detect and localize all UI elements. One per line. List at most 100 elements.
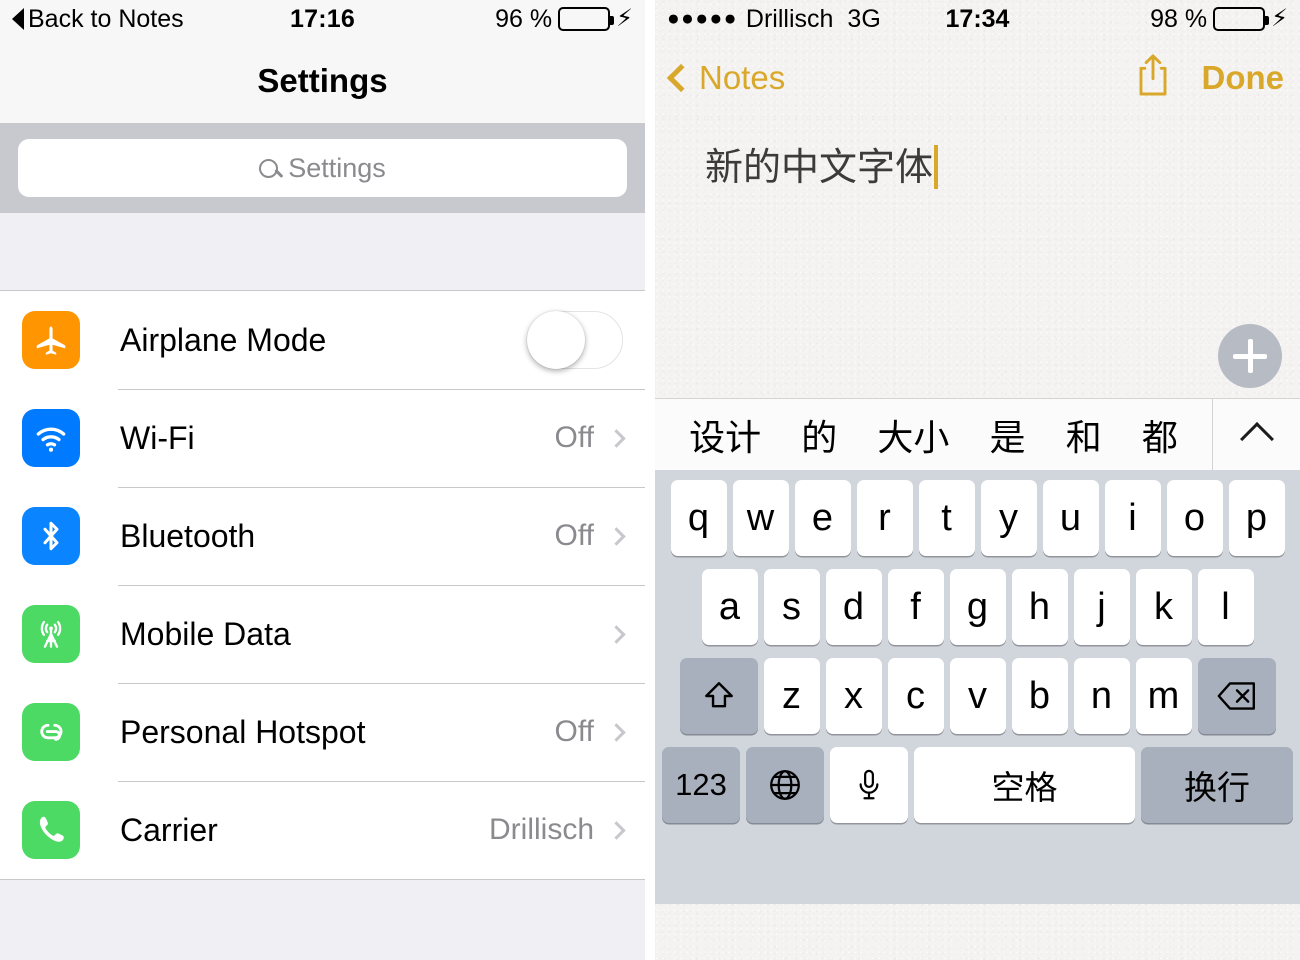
dictation-key[interactable] [830, 747, 908, 823]
key-q[interactable]: q [670, 480, 727, 556]
key-k[interactable]: k [1135, 569, 1192, 645]
share-upload-icon[interactable] [1132, 52, 1174, 105]
settings-row-wifi[interactable]: Wi-Fi Off [0, 389, 645, 487]
right-status-bar: ●●●●● Drillisch 3G 17:34 98 % ⚡ [655, 0, 1300, 38]
search-input[interactable]: Settings [18, 139, 627, 197]
candidate-expand-button[interactable] [1212, 399, 1300, 470]
space-key[interactable]: 空格 [914, 747, 1135, 823]
left-status-bar: Back to Notes 17:16 96 % ⚡ [0, 0, 645, 38]
virtual-keyboard: q w e r t y u i o p a s d f g h j k l z … [655, 470, 1300, 904]
settings-row-value: Off [554, 519, 594, 552]
settings-row-personal-hotspot[interactable]: Personal Hotspot Off [0, 683, 645, 781]
notes-nav-bar: Notes Done [655, 38, 1300, 118]
key-g[interactable]: g [949, 569, 1006, 645]
settings-row-carrier[interactable]: Carrier Drillisch [0, 781, 645, 879]
key-y[interactable]: y [980, 480, 1037, 556]
key-r[interactable]: r [856, 480, 913, 556]
key-i[interactable]: i [1104, 480, 1161, 556]
key-c[interactable]: c [887, 658, 944, 734]
lightning-bolt-icon: ⚡ [1271, 5, 1288, 32]
search-placeholder: Settings [288, 152, 386, 183]
globe-language-key[interactable] [746, 747, 824, 823]
battery-icon [1213, 7, 1270, 31]
settings-row-label: Personal Hotspot [120, 713, 366, 750]
shift-key[interactable] [679, 658, 758, 734]
key-m[interactable]: m [1135, 658, 1192, 734]
key-w[interactable]: w [732, 480, 789, 556]
candidate-item[interactable]: 的 [801, 409, 837, 461]
chevron-right-icon [607, 820, 626, 840]
done-button[interactable]: Done [1202, 59, 1285, 97]
airplane-icon [22, 311, 80, 369]
settings-row-airplane-mode[interactable]: Airplane Mode [0, 291, 645, 389]
right-status-battery-group: 98 % ⚡ [1150, 5, 1288, 34]
settings-row-label: Carrier [120, 811, 218, 848]
list-group-spacer-bottom [0, 879, 645, 960]
keyboard-row-4: 123 空格 换行 [659, 747, 1296, 823]
settings-row-label: Airplane Mode [120, 321, 327, 358]
settings-row-label: Mobile Data [120, 615, 291, 652]
left-status-battery-group: 96 % ⚡ [495, 5, 633, 34]
candidate-item[interactable]: 是 [990, 409, 1026, 461]
key-z[interactable]: z [763, 658, 820, 734]
key-b[interactable]: b [1011, 658, 1068, 734]
lightning-bolt-icon: ⚡ [616, 5, 633, 32]
settings-row-mobile-data[interactable]: Mobile Data [0, 585, 645, 683]
key-x[interactable]: x [825, 658, 882, 734]
settings-row-label: Bluetooth [120, 517, 256, 554]
cellular-antenna-icon [22, 605, 80, 663]
key-v[interactable]: v [949, 658, 1006, 734]
add-attachment-button[interactable] [1218, 324, 1282, 388]
settings-row-control [527, 311, 645, 369]
microphone-icon [853, 767, 885, 803]
key-u[interactable]: u [1042, 480, 1099, 556]
wifi-icon [22, 409, 80, 467]
hotspot-link-icon [22, 703, 80, 761]
battery-icon [558, 7, 615, 31]
candidate-item[interactable]: 设计 [689, 409, 761, 461]
candidate-item[interactable]: 大小 [877, 409, 949, 461]
key-o[interactable]: o [1166, 480, 1223, 556]
bluetooth-icon [22, 507, 80, 565]
candidate-item[interactable]: 都 [1142, 409, 1178, 461]
text-cursor [934, 145, 939, 189]
right-battery-percent: 98 % [1150, 4, 1208, 33]
key-n[interactable]: n [1073, 658, 1130, 734]
key-h[interactable]: h [1011, 569, 1068, 645]
back-to-notes-list-button[interactable]: Notes [666, 59, 785, 97]
globe-language-icon [767, 767, 803, 803]
notes-nav-actions: Done [1132, 52, 1285, 105]
chevron-right-icon [607, 526, 626, 546]
airplane-mode-toggle[interactable] [527, 311, 623, 369]
numbers-key[interactable]: 123 [662, 747, 740, 823]
settings-list: Airplane Mode Wi-Fi Off Bluetooth Off Mo… [0, 291, 645, 879]
key-t[interactable]: t [918, 480, 975, 556]
key-a[interactable]: a [701, 569, 758, 645]
key-d[interactable]: d [825, 569, 882, 645]
key-e[interactable]: e [794, 480, 851, 556]
enter-key[interactable]: 换行 [1141, 747, 1293, 823]
key-f[interactable]: f [887, 569, 944, 645]
settings-row-control: Off [555, 715, 645, 749]
key-j[interactable]: j [1073, 569, 1130, 645]
chevron-left-icon [666, 63, 696, 93]
backspace-delete-icon [1216, 679, 1258, 713]
keyboard-row-2: a s d f g h j k l [659, 569, 1296, 645]
settings-row-bluetooth[interactable]: Bluetooth Off [0, 487, 645, 585]
settings-row-control: Off [555, 519, 645, 553]
search-band: Settings [0, 123, 645, 213]
note-editor-body[interactable]: 新的中文字体 [655, 118, 1300, 398]
delete-key[interactable] [1197, 658, 1276, 734]
settings-nav-bar: Settings [0, 38, 645, 123]
chevron-right-icon [607, 624, 626, 644]
ime-candidate-bar: 设计 的 大小 是 和 都 [655, 398, 1300, 470]
settings-row-value: Drillisch [489, 813, 594, 846]
settings-row-label: Wi-Fi [120, 419, 195, 456]
key-l[interactable]: l [1197, 569, 1254, 645]
note-text: 新的中文字体 [705, 136, 939, 191]
key-s[interactable]: s [763, 569, 820, 645]
plus-icon-vertical [1247, 339, 1253, 373]
candidate-item[interactable]: 和 [1066, 409, 1102, 461]
key-p[interactable]: p [1228, 480, 1285, 556]
settings-row-control [594, 624, 645, 644]
